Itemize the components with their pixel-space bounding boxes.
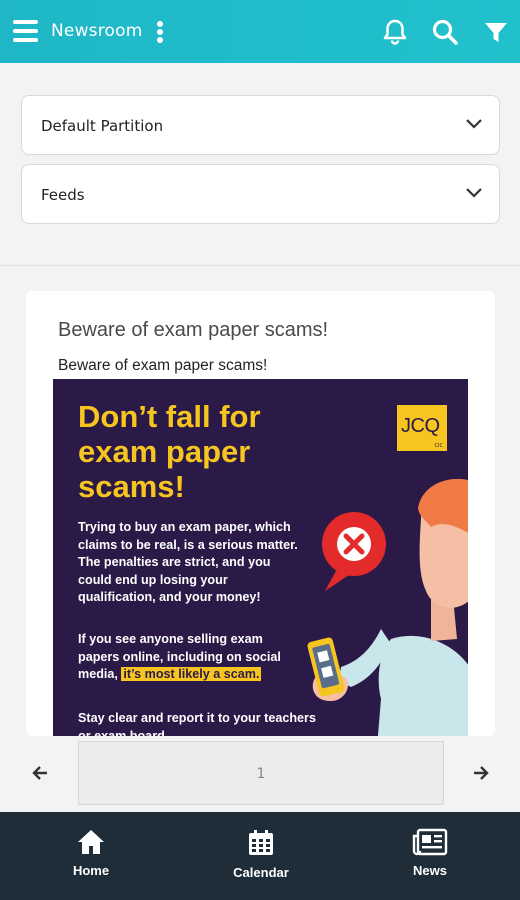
poster-paragraph-2: If you see anyone selling exam papers on… (78, 631, 298, 684)
jcq-logo: JCQ CIC (397, 405, 447, 451)
nav-calendar-label: Calendar (233, 865, 289, 880)
nav-home-label: Home (72, 863, 110, 878)
pagination: 1 (0, 736, 520, 812)
chevron-down-icon (466, 188, 482, 198)
article-card[interactable]: Beware of exam paper scams! Beware of ex… (26, 291, 495, 736)
partition-select[interactable]: Default Partition (21, 95, 500, 155)
search-icon[interactable] (430, 17, 460, 47)
home-icon (78, 830, 104, 854)
partition-select-value: Default Partition (41, 117, 164, 135)
bottom-navigation: Home Calendar News (0, 812, 520, 900)
more-options-icon[interactable] (156, 21, 164, 43)
nav-news-label: News (413, 863, 447, 878)
article-title: Beware of exam paper scams! (58, 319, 329, 341)
top-app-bar: Newsroom (0, 0, 520, 63)
feeds-select-value: Feeds (41, 186, 85, 204)
newspaper-icon (412, 828, 448, 856)
article-subtitle: Beware of exam paper scams! (58, 357, 268, 374)
nav-calendar[interactable]: Calendar (211, 828, 311, 898)
feeds-select[interactable]: Feeds (21, 164, 500, 224)
arrow-right-icon[interactable] (472, 764, 490, 782)
arrow-left-icon[interactable] (31, 764, 49, 782)
jcq-logo-small: CIC (434, 443, 443, 449)
page-indicator[interactable]: 1 (78, 741, 444, 805)
jcq-logo-text: JCQ (401, 415, 440, 437)
page-number: 1 (256, 766, 266, 782)
nav-home[interactable]: Home (41, 828, 141, 898)
app-title: Newsroom (51, 21, 143, 41)
poster-paragraph-1: Trying to buy an exam paper, which claim… (78, 520, 298, 604)
filter-icon[interactable] (482, 17, 512, 47)
calendar-icon (249, 830, 273, 855)
poster-highlight: it’s most likely a scam. (121, 667, 262, 681)
filter-panel: Default Partition Feeds (0, 63, 520, 266)
hamburger-menu-icon[interactable] (13, 20, 38, 42)
nav-news[interactable]: News (380, 828, 480, 898)
bell-icon[interactable] (380, 17, 410, 47)
person-with-phone-illustration (307, 479, 468, 736)
chevron-down-icon (466, 119, 482, 129)
article-image[interactable]: Don’t fall for exam paper scams! JCQ CIC… (53, 379, 468, 736)
